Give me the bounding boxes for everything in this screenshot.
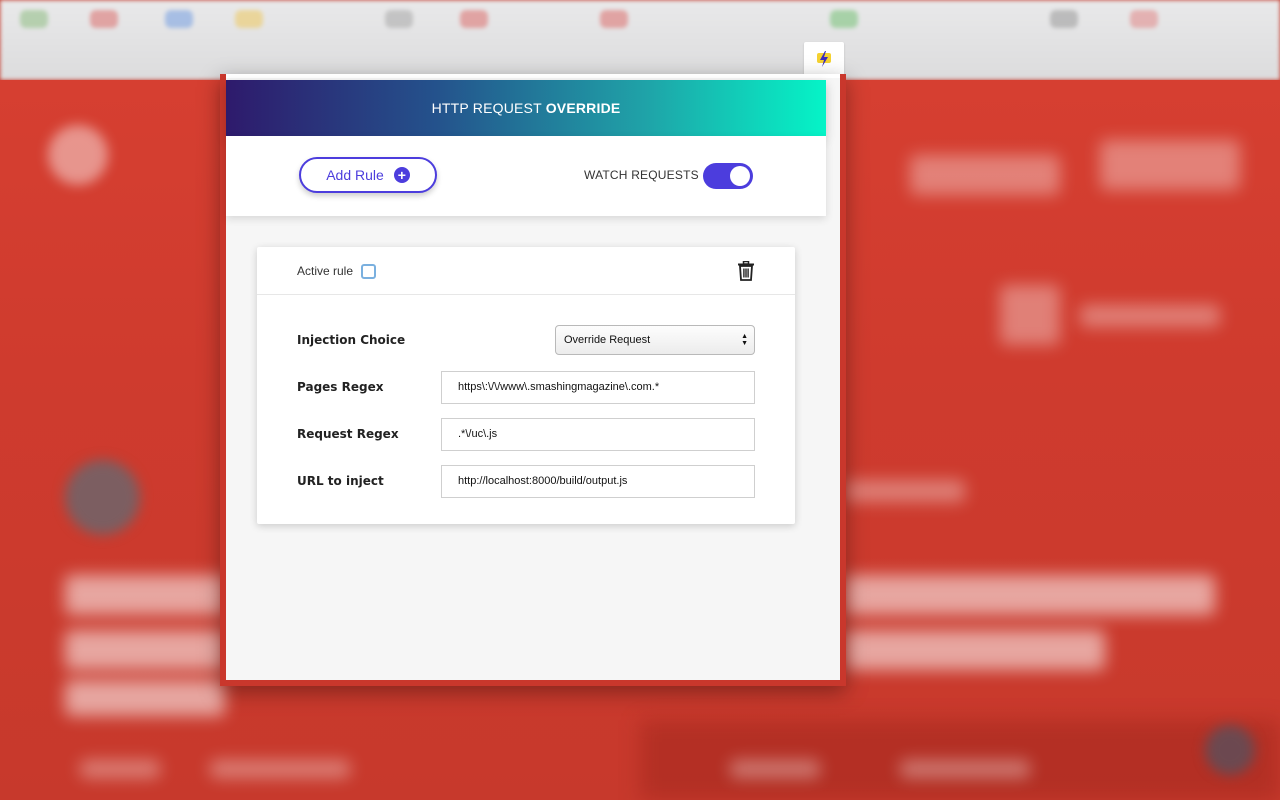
popup-top-strip — [226, 74, 840, 78]
blurred-text-block — [80, 760, 160, 778]
blurred-author-photo — [65, 460, 140, 535]
toolbar-bookmark-blob — [385, 10, 413, 28]
rule-card-header: Active rule — [257, 247, 795, 295]
trash-icon[interactable] — [737, 261, 755, 281]
toolbar-bookmark-blob — [90, 10, 118, 28]
blurred-floating-button — [1205, 725, 1255, 775]
toolbar-bookmark-blob — [830, 10, 858, 28]
watch-requests-label: WATCH REQUESTS — [584, 168, 699, 182]
title-strong: OVERRIDE — [545, 100, 621, 116]
blurred-text-block — [900, 760, 1030, 778]
toolbar-bookmark-blob — [235, 10, 263, 28]
add-rule-label: Add Rule — [326, 167, 384, 183]
blurred-text-block — [730, 760, 820, 778]
toolbar-bookmark-blob — [20, 10, 48, 28]
blurred-nav-block — [1100, 140, 1240, 190]
toolbar-bookmark-blob — [600, 10, 628, 28]
extension-toolbar-button[interactable] — [804, 42, 844, 76]
controls-bar: Add Rule + WATCH REQUESTS — [226, 136, 826, 216]
site-logo-blurred — [48, 125, 108, 185]
blurred-text-block — [1080, 305, 1220, 327]
select-arrows-icon: ▲ ▼ — [741, 333, 748, 347]
blurred-headline-block — [65, 680, 225, 716]
popup-header: HTTP REQUEST OVERRIDE — [226, 80, 826, 136]
blurred-text-block — [845, 480, 965, 502]
toggle-knob — [730, 166, 750, 186]
plus-circle-icon: + — [393, 167, 410, 183]
lightning-icon — [817, 51, 831, 67]
toolbar-bookmark-blob — [165, 10, 193, 28]
extension-popup: HTTP REQUEST OVERRIDE Add Rule + WATCH R… — [220, 74, 846, 686]
pages-regex-input[interactable]: https\:\/\/www\.smashingmagazine\.com.* — [441, 371, 755, 404]
url-to-inject-label: URL to inject — [297, 474, 384, 488]
rule-card: Active rule Injection Choice Override Re… — [257, 247, 795, 524]
blurred-headline-block — [65, 575, 225, 615]
add-rule-button[interactable]: Add Rule + — [299, 157, 437, 193]
active-rule-label: Active rule — [297, 264, 354, 278]
blurred-headline-block — [845, 575, 1215, 615]
blurred-text-block — [210, 760, 350, 778]
active-rule-checkbox[interactable] — [361, 264, 376, 279]
blurred-headline-block — [845, 630, 1105, 670]
toolbar-bookmark-blob — [1130, 10, 1158, 28]
request-regex-label: Request Regex — [297, 427, 399, 441]
injection-choice-label: Injection Choice — [297, 333, 406, 347]
injection-choice-select[interactable]: Override Request ▲ ▼ — [555, 325, 755, 355]
request-regex-input[interactable]: .*\/uc\.js — [441, 418, 755, 451]
toolbar-bookmark-blob — [1050, 10, 1078, 28]
injection-choice-value: Override Request — [564, 334, 651, 346]
blurred-nav-block — [910, 155, 1060, 195]
browser-toolbar-blurred — [0, 0, 1280, 80]
watch-requests-toggle[interactable] — [703, 163, 753, 189]
toolbar-bookmark-blob — [460, 10, 488, 28]
blurred-headline-block — [65, 630, 225, 670]
blurred-avatar-block — [1000, 285, 1060, 345]
popup-title: HTTP REQUEST OVERRIDE — [432, 100, 621, 116]
popup-body: HTTP REQUEST OVERRIDE Add Rule + WATCH R… — [226, 74, 840, 680]
pages-regex-label: Pages Regex — [297, 380, 384, 394]
title-prefix: HTTP REQUEST — [431, 100, 542, 116]
url-to-inject-input[interactable]: http://localhost:8000/build/output.js — [441, 465, 755, 498]
